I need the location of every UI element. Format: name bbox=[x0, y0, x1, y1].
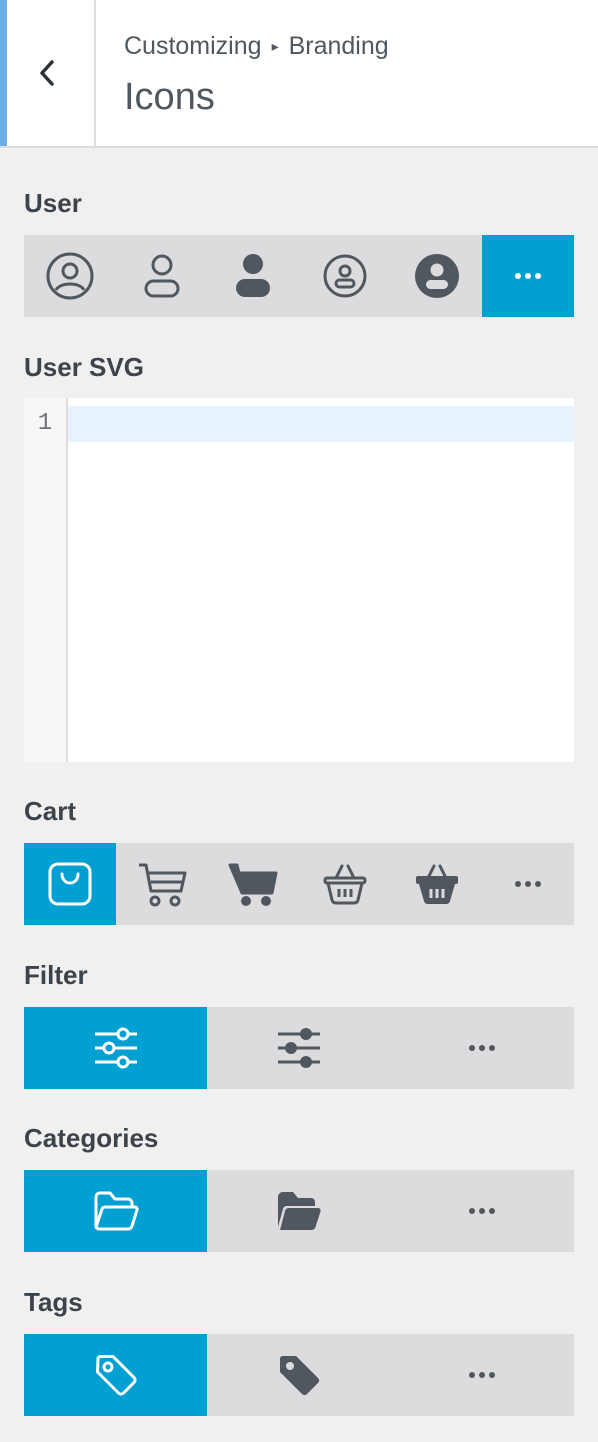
tags-option-more[interactable] bbox=[391, 1334, 574, 1416]
categories-option-more[interactable] bbox=[391, 1170, 574, 1252]
user-svg-code-editor[interactable]: 1 bbox=[24, 398, 574, 762]
breadcrumb-child: Branding bbox=[288, 32, 389, 60]
user-option-1[interactable] bbox=[24, 235, 116, 317]
line-number: 1 bbox=[37, 410, 53, 437]
breadcrumb-separator: ▸ bbox=[271, 38, 279, 54]
user-option-4[interactable] bbox=[299, 235, 391, 317]
more-options-icon bbox=[469, 1045, 496, 1051]
shopping-bag-icon bbox=[48, 862, 92, 906]
user-option-more[interactable] bbox=[482, 235, 575, 317]
filter-sliders-outline-icon bbox=[94, 1027, 137, 1069]
active-line[interactable] bbox=[68, 406, 574, 442]
breadcrumb: Customizing ▸ Branding bbox=[124, 32, 389, 61]
categories-label: Categories bbox=[24, 1123, 159, 1153]
user-icon-selector bbox=[24, 235, 575, 317]
filter-option-1[interactable] bbox=[24, 1007, 208, 1089]
cart-option-4[interactable] bbox=[299, 843, 391, 925]
more-options-icon bbox=[515, 881, 542, 887]
tags-option-2[interactable] bbox=[207, 1334, 390, 1416]
filter-label: Filter bbox=[24, 960, 88, 990]
tag-solid-icon bbox=[279, 1356, 320, 1396]
categories-icon-selector bbox=[24, 1170, 574, 1252]
panel-header: Customizing ▸ Branding Icons bbox=[0, 0, 598, 148]
user-option-3[interactable] bbox=[207, 235, 299, 317]
categories-option-2[interactable] bbox=[207, 1170, 390, 1252]
filter-icon-selector bbox=[24, 1007, 574, 1089]
page-title: Icons bbox=[124, 76, 215, 118]
filter-option-2[interactable] bbox=[207, 1007, 390, 1089]
user-circle-alt-icon bbox=[323, 254, 367, 298]
user-circle-solid-icon bbox=[414, 254, 459, 298]
breadcrumb-parent: Customizing bbox=[124, 32, 262, 60]
chevron-left-icon bbox=[40, 60, 54, 86]
cart-icon-selector bbox=[24, 843, 574, 925]
cart-outline-icon bbox=[138, 863, 186, 907]
cart-option-5[interactable] bbox=[391, 843, 483, 925]
editor-gutter bbox=[24, 398, 68, 762]
back-button[interactable] bbox=[0, 0, 96, 146]
tags-option-1[interactable] bbox=[24, 1334, 208, 1416]
user-outline-icon bbox=[144, 254, 179, 298]
tags-label: Tags bbox=[24, 1287, 83, 1317]
filter-option-more[interactable] bbox=[391, 1007, 574, 1089]
cart-option-1[interactable] bbox=[24, 843, 116, 925]
user-svg-label: User SVG bbox=[24, 352, 144, 382]
more-options-icon bbox=[515, 273, 542, 279]
cart-option-2[interactable] bbox=[116, 843, 208, 925]
more-options-icon bbox=[469, 1208, 496, 1214]
user-circle-outline-icon bbox=[46, 252, 94, 300]
folder-outline-icon bbox=[94, 1191, 139, 1231]
filter-sliders-solid-icon bbox=[277, 1028, 320, 1068]
basket-outline-icon bbox=[323, 864, 367, 905]
folder-solid-icon bbox=[277, 1192, 321, 1230]
tags-icon-selector bbox=[24, 1334, 574, 1416]
user-option-2[interactable] bbox=[116, 235, 208, 317]
cart-solid-icon bbox=[228, 863, 278, 906]
tag-outline-icon bbox=[95, 1355, 137, 1396]
categories-option-1[interactable] bbox=[24, 1170, 208, 1252]
more-options-icon bbox=[469, 1372, 496, 1378]
cart-option-more[interactable] bbox=[482, 843, 574, 925]
cart-label: Cart bbox=[24, 796, 77, 826]
user-solid-icon bbox=[236, 254, 271, 297]
basket-solid-icon bbox=[415, 864, 458, 904]
user-option-5[interactable] bbox=[391, 235, 483, 317]
cart-option-3[interactable] bbox=[207, 843, 299, 925]
user-label: User bbox=[24, 188, 82, 218]
